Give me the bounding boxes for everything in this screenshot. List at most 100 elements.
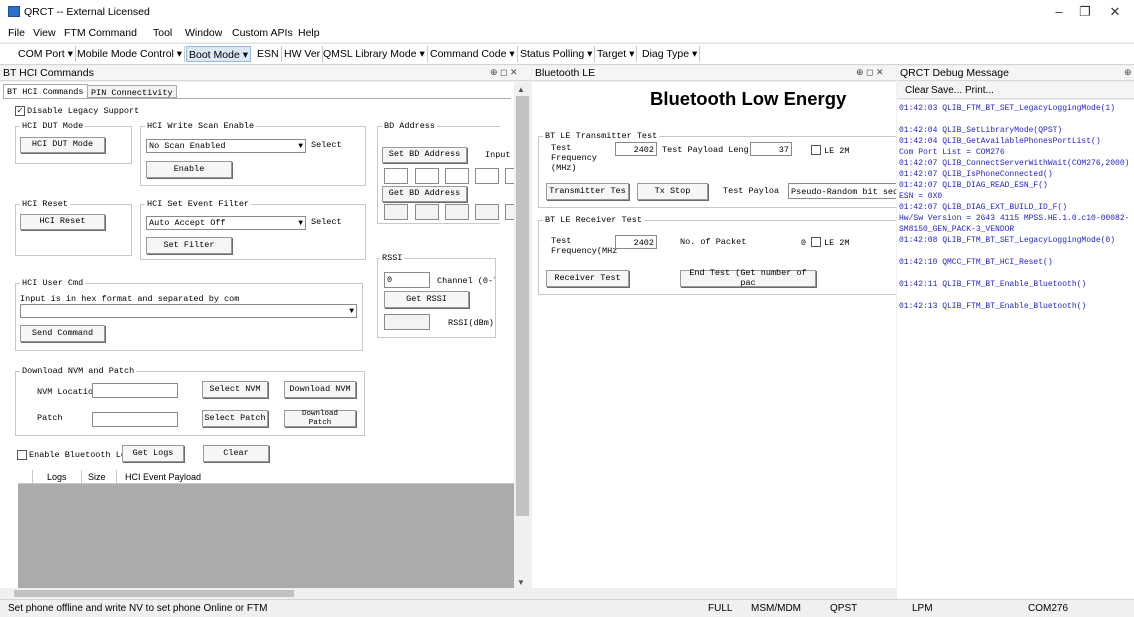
boot-mode-dropdown[interactable]: Boot Mode ▾ [186,46,251,62]
enable-logs-checkbox[interactable] [17,450,27,460]
tx-payload-length-input[interactable]: 37 [750,142,792,156]
rssi-value-field [384,314,430,330]
rssi-channel-input[interactable]: 0 [384,272,430,288]
tab-bt-hci-commands[interactable]: BT HCI Commands [3,84,88,98]
tx-stop-button[interactable]: Tx Stop [637,183,708,200]
bd-readback-byte-4 [475,204,499,220]
ble-hscroll[interactable] [532,588,896,599]
debug-log-line: 01:42:07 QLIB_ConnectServerWithWait(COM2… [899,159,1130,168]
ble-panel-title: Bluetooth LE [532,66,896,81]
com-port-dropdown[interactable]: COM Port ▾ [16,46,76,62]
clear-logs-button[interactable]: Clear [203,445,269,462]
tx-frequency-input[interactable]: 2402 [615,142,657,156]
hci-reset-button[interactable]: HCI Reset [20,214,105,230]
debug-log-line [899,268,1132,279]
scroll-up-icon[interactable]: ▲ [517,85,525,94]
menu-ftm-command[interactable]: FTM Command [64,27,137,39]
input-bd-label: Input 6 [485,150,514,160]
nvm-patch-label: Download NVM and Patch [20,366,137,376]
set-bd-address-button[interactable]: Set BD Address [382,147,467,163]
debug-log-line [899,114,1132,125]
bd-address-byte-2[interactable] [415,168,439,184]
nvm-location-input[interactable] [92,383,178,398]
tx-payload-length-label: Test Payload Leng [662,145,749,155]
set-filter-button[interactable]: Set Filter [146,237,232,254]
restore-button[interactable]: ❐ [1072,2,1098,22]
qmsl-library-mode-dropdown[interactable]: QMSL Library Mode ▾ [321,46,428,62]
menu-custom-apis[interactable]: Custom APIs [232,27,293,39]
mobile-mode-dropdown[interactable]: Mobile Mode Control ▾ [75,46,186,62]
minimize-button[interactable]: – [1046,2,1072,22]
chevron-down-icon: ▼ [298,219,303,228]
select-nvm-button[interactable]: Select NVM [202,381,268,398]
chevron-down-icon: ▼ [298,142,303,151]
bd-address-byte-5[interactable] [505,168,514,184]
end-test-button[interactable]: End Test (Get number of pac [680,268,816,287]
transmitter-test-button[interactable]: Transmitter Tes [546,183,629,200]
rssi-label: RSSI [380,253,405,263]
debug-panel-title: QRCT Debug Message [897,66,1134,81]
bt-hci-panel-controls[interactable]: ⊕ ◻ ✕ [490,67,518,78]
menu-help[interactable]: Help [298,27,320,39]
menu-view[interactable]: View [33,27,56,39]
ble-panel-controls[interactable]: ⊕ ◻ ✕ [856,67,884,78]
download-patch-button[interactable]: Download Patch [284,410,356,427]
hci-dut-mode-button[interactable]: HCI DUT Mode [20,137,105,153]
debug-log-line: 01:42:10 QMCC_FTM_BT_HCI_Reset() [899,258,1053,267]
debug-save-button[interactable]: Save... [931,85,962,96]
event-filter-select[interactable]: Auto Accept Off ▼ [146,216,306,230]
esn-button[interactable]: ESN [255,46,282,62]
nvm-location-label: NVM Location [37,387,99,397]
enable-scan-button[interactable]: Enable [146,161,232,178]
status-full: FULL [708,603,733,614]
debug-print-button[interactable]: Print... [965,85,994,96]
menu-tool[interactable]: Tool [153,27,172,39]
menu-file[interactable]: File [8,27,25,39]
bt-hci-vscroll-thumb[interactable] [516,96,529,516]
bd-address-byte-3[interactable] [445,168,469,184]
tx-payload-select[interactable]: Pseudo-Random bit seque [788,183,896,199]
debug-log-line [899,246,1132,257]
rx-packets-value: 0 [800,238,806,248]
download-nvm-button[interactable]: Download NVM [284,381,356,398]
debug-log: 01:42:03 QLIB_FTM_BT_SET_LegacyLoggingMo… [897,100,1134,599]
get-logs-button[interactable]: Get Logs [122,445,184,462]
patch-location-input[interactable] [92,412,178,427]
send-command-button[interactable]: Send Command [20,325,105,342]
chevron-down-icon: ▼ [349,307,354,316]
command-code-dropdown[interactable]: Command Code ▾ [428,46,518,62]
tx-le2m-checkbox[interactable] [811,145,821,155]
bt-hci-hscroll-thumb[interactable] [14,590,294,597]
rx-frequency-label: Test Frequency(MHz [551,236,618,256]
bd-address-byte-1[interactable] [384,168,408,184]
status-polling-dropdown[interactable]: Status Polling ▾ [518,46,596,62]
target-dropdown[interactable]: Target ▾ [595,46,638,62]
disable-legacy-checkbox[interactable]: ✓ [15,106,25,116]
rx-le2m-checkbox[interactable] [811,237,821,247]
scan-select-label: Select [311,140,342,150]
tab-pin-connectivity[interactable]: PIN Connectivity [87,85,177,98]
size-column-header[interactable]: Size [82,470,117,484]
status-message: Set phone offline and write NV to set ph… [8,603,268,614]
scan-mode-select[interactable]: No Scan Enabled ▼ [146,139,306,153]
scroll-down-icon[interactable]: ▼ [517,578,525,587]
debug-clear-button[interactable]: Clear [905,85,929,96]
hw-ver-button[interactable]: HW Ver [282,46,324,62]
user-cmd-input[interactable]: ▼ [20,304,357,318]
rx-frequency-input[interactable]: 2402 [615,235,657,249]
debug-log-line: 01:42:11 QLIB_FTM_BT_Enable_Bluetooth() [899,280,1087,289]
get-rssi-button[interactable]: Get RSSI [384,291,469,308]
title-bar [0,0,1134,24]
logs-column-header[interactable]: Logs [32,470,82,484]
bd-address-byte-4[interactable] [475,168,499,184]
debug-pin-icon[interactable]: ⊕ [1124,67,1132,78]
user-cmd-hint: Input is in hex format and separated by … [20,294,240,304]
select-patch-button[interactable]: Select Patch [202,410,268,427]
diag-type-dropdown[interactable]: Diag Type ▾ [640,46,701,62]
get-bd-address-button[interactable]: Get BD Address [382,186,467,202]
menu-window[interactable]: Window [185,27,222,39]
debug-log-line: 01:42:07 QLIB_DIAG_READ_ESN_F() [899,181,1048,190]
payload-column-header[interactable]: HCI Event Payload [117,470,267,484]
receiver-test-button[interactable]: Receiver Test [546,270,629,287]
close-button[interactable]: ✕ [1102,2,1128,22]
